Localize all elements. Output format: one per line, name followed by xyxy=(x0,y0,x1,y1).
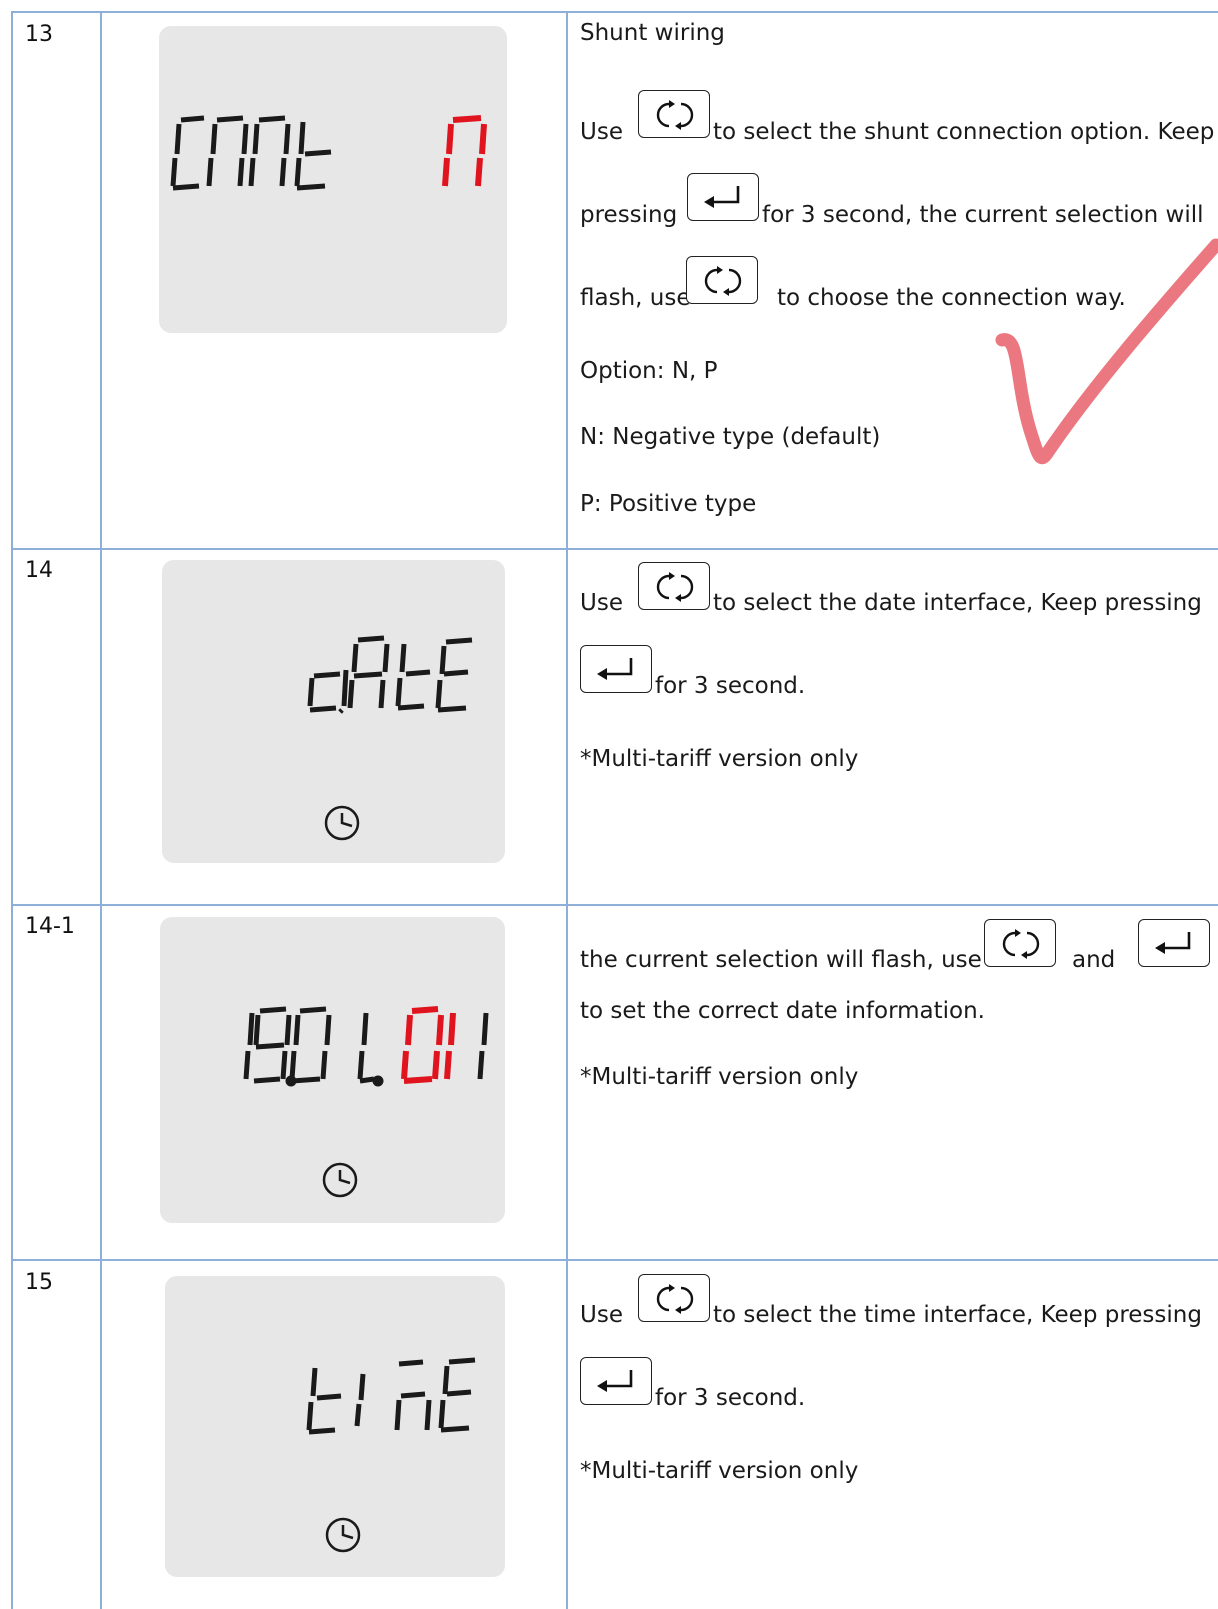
cycle-button-icon xyxy=(984,919,1056,967)
enter-button-icon xyxy=(1138,919,1210,967)
instruction-text: Use xyxy=(580,1302,623,1328)
option-text: N: Negative type (default) xyxy=(580,424,881,450)
option-text: P: Positive type xyxy=(580,491,757,517)
cycle-button-icon xyxy=(686,256,758,304)
lcd-segment-readout xyxy=(243,1006,489,1198)
row-divider xyxy=(11,904,1218,906)
enter-button-icon xyxy=(687,173,759,221)
instruction-text: flash, use xyxy=(580,285,691,311)
column-divider xyxy=(566,11,568,1609)
row-number: 14 xyxy=(25,558,53,583)
row-number: 14-1 xyxy=(25,914,75,939)
instruction-text: for 3 second. xyxy=(655,1385,806,1411)
option-text: Option: N, P xyxy=(580,358,718,384)
instruction-text: the current selection will flash, use xyxy=(580,947,982,973)
note-text: *Multi-tariff version only xyxy=(580,746,859,772)
lcd-segment-readout xyxy=(306,1357,476,1553)
section-title: Shunt wiring xyxy=(580,20,725,46)
check-mark-annotation xyxy=(995,238,1218,465)
note-text: *Multi-tariff version only xyxy=(580,1064,859,1090)
row-divider xyxy=(11,1259,1218,1261)
enter-button-icon xyxy=(580,645,652,693)
row-number: 15 xyxy=(25,1270,53,1295)
column-divider xyxy=(100,11,102,1609)
lcd-display xyxy=(160,917,505,1223)
cycle-button-icon xyxy=(638,90,710,138)
instruction-text: Use xyxy=(580,590,623,616)
instruction-text: and xyxy=(1072,947,1116,973)
instruction-text: to select the date interface, Keep press… xyxy=(713,590,1202,616)
instruction-text: for 3 second. xyxy=(655,673,806,699)
lcd-segment-readout xyxy=(307,635,473,841)
lcd-display xyxy=(165,1276,505,1577)
cycle-button-icon xyxy=(638,562,710,610)
table-border-left xyxy=(11,11,13,1609)
instruction-text: to select the shunt connection option. K… xyxy=(713,119,1215,145)
instruction-text: to set the correct date information. xyxy=(580,998,985,1024)
instruction-text: Use xyxy=(580,119,623,145)
cycle-button-icon xyxy=(638,1274,710,1322)
table-border-top xyxy=(11,11,1218,13)
row-divider xyxy=(11,548,1218,550)
instruction-text: for 3 second, the current selection will xyxy=(762,202,1204,228)
instruction-text: to select the time interface, Keep press… xyxy=(713,1302,1202,1328)
row-number: 13 xyxy=(25,22,53,47)
lcd-display xyxy=(162,560,505,863)
lcd-segment-readout xyxy=(170,115,487,191)
enter-button-icon xyxy=(580,1357,652,1405)
lcd-display xyxy=(159,26,507,333)
note-text: *Multi-tariff version only xyxy=(580,1458,859,1484)
instruction-text: pressing xyxy=(580,202,678,228)
